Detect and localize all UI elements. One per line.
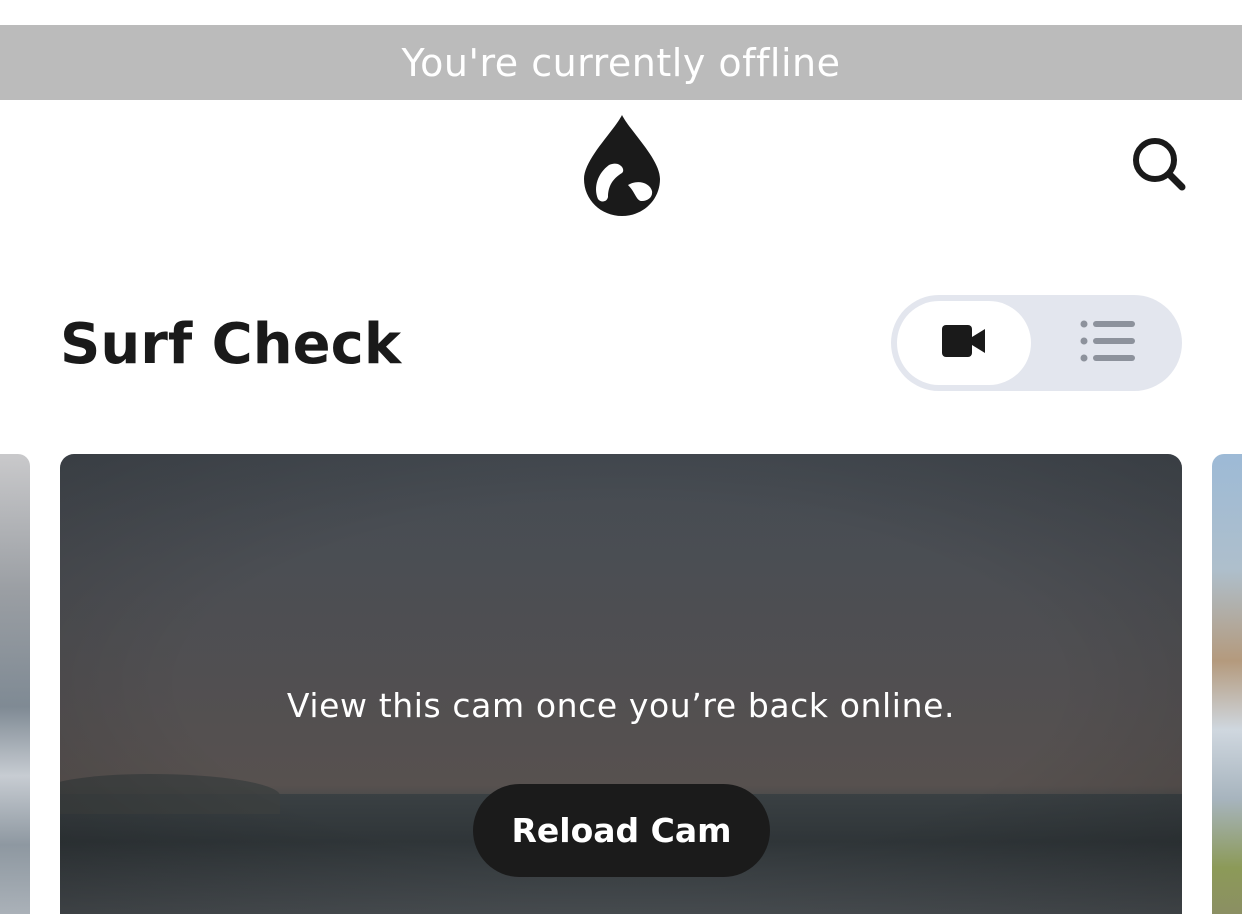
toggle-list-view[interactable] (1041, 301, 1175, 385)
offline-banner: You're currently offline (0, 25, 1242, 100)
view-toggle (891, 295, 1182, 391)
video-camera-icon (941, 323, 987, 363)
cam-offline-message: View this cam once you’re back online. (286, 686, 956, 725)
search-icon (1128, 138, 1188, 197)
cam-card: View this cam once you’re back online. R… (60, 454, 1182, 914)
reload-cam-button[interactable]: Reload Cam (473, 784, 770, 877)
next-cam-card[interactable] (1212, 454, 1242, 914)
search-button[interactable] (1128, 133, 1188, 193)
list-icon (1080, 320, 1136, 366)
page-title: Surf Check (60, 312, 402, 377)
previous-cam-card[interactable] (0, 454, 30, 914)
toggle-cam-view[interactable] (897, 301, 1031, 385)
water-drop-logo-icon[interactable] (580, 113, 664, 219)
offline-banner-text: You're currently offline (401, 40, 841, 85)
